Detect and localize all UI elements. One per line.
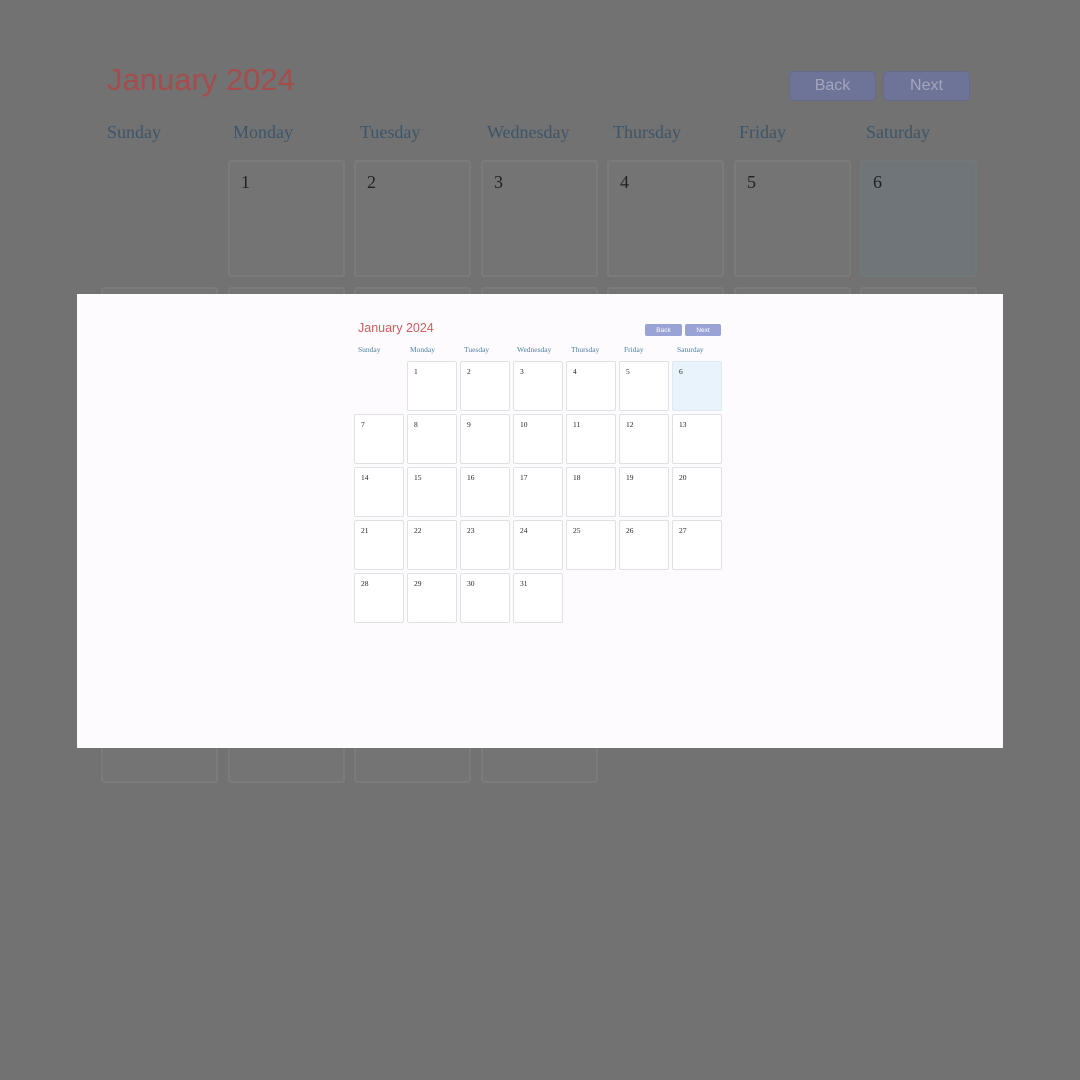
weekday-saturday: Saturday [677, 345, 704, 354]
day-cell[interactable]: 1 [407, 361, 457, 411]
month-title: January 2024 [358, 321, 434, 335]
day-cell[interactable]: 25 [566, 520, 616, 570]
background-day-number: 2 [367, 172, 376, 192]
weekday-tuesday: Tuesday [464, 345, 490, 354]
day-cell[interactable]: 2 [460, 361, 510, 411]
weekday-friday: Friday [624, 345, 644, 354]
background-weekday-wednesday: Wednesday [487, 122, 570, 142]
day-cell[interactable]: 12 [619, 414, 669, 464]
day-number: 1 [414, 367, 418, 376]
day-cell[interactable]: 14 [354, 467, 404, 517]
day-cell[interactable]: 4 [566, 361, 616, 411]
background-day-number: 4 [620, 172, 629, 192]
day-cell[interactable]: 7 [354, 414, 404, 464]
day-cell[interactable]: 22 [407, 520, 457, 570]
day-number: 28 [361, 579, 369, 588]
day-cell[interactable]: 17 [513, 467, 563, 517]
background-next-button: Next [883, 71, 970, 101]
weekday-monday: Monday [410, 345, 435, 354]
background-day-cell: 3 [481, 160, 598, 277]
day-number: 27 [679, 526, 687, 535]
day-cell[interactable]: 13 [672, 414, 722, 464]
day-number: 15 [414, 473, 422, 482]
day-cell[interactable]: 5 [619, 361, 669, 411]
calendar-overlay-panel: January 2024 Back Next Sunday Monday Tuesd… [77, 294, 1003, 748]
day-number: 26 [626, 526, 634, 535]
day-number: 25 [573, 526, 581, 535]
day-number: 19 [626, 473, 634, 482]
day-cell[interactable]: 3 [513, 361, 563, 411]
day-number: 8 [414, 420, 418, 429]
day-cell[interactable]: 6 [672, 361, 722, 411]
day-number: 10 [520, 420, 528, 429]
day-number: 13 [679, 420, 687, 429]
background-weekday-tuesday: Tuesday [360, 122, 421, 142]
day-number: 11 [573, 420, 581, 429]
day-number: 20 [679, 473, 687, 482]
background-day-cell: 4 [607, 160, 724, 277]
day-number: 24 [520, 526, 528, 535]
day-cell[interactable]: 21 [354, 520, 404, 570]
day-number: 5 [626, 367, 630, 376]
day-cell[interactable]: 31 [513, 573, 563, 623]
background-day-cell: 6 [860, 160, 977, 277]
next-button[interactable]: Next [685, 324, 721, 336]
background-weekday-sunday: Sunday [107, 122, 161, 142]
background-weekday-monday: Monday [233, 122, 293, 142]
day-cell[interactable]: 9 [460, 414, 510, 464]
day-number: 6 [679, 367, 683, 376]
day-cell[interactable]: 11 [566, 414, 616, 464]
day-cell[interactable]: 20 [672, 467, 722, 517]
day-number: 17 [520, 473, 528, 482]
day-number: 2 [467, 367, 471, 376]
day-cell[interactable]: 16 [460, 467, 510, 517]
day-number: 30 [467, 579, 475, 588]
day-cell[interactable]: 26 [619, 520, 669, 570]
day-cell[interactable]: 27 [672, 520, 722, 570]
day-cell[interactable]: 23 [460, 520, 510, 570]
day-cell[interactable]: 24 [513, 520, 563, 570]
background-day-cell: 2 [354, 160, 471, 277]
day-number: 18 [573, 473, 581, 482]
day-number: 14 [361, 473, 369, 482]
day-cell[interactable]: 18 [566, 467, 616, 517]
day-number: 3 [520, 367, 524, 376]
weekday-thursday: Thursday [571, 345, 600, 354]
background-day-number: 6 [873, 172, 882, 192]
background-month-title: January 2024 [107, 62, 295, 97]
day-cell[interactable]: 10 [513, 414, 563, 464]
day-number: 21 [361, 526, 369, 535]
background-back-button: Back [789, 71, 876, 101]
background-day-number: 1 [241, 172, 250, 192]
day-cell[interactable]: 30 [460, 573, 510, 623]
weekday-sunday: Sunday [358, 345, 381, 354]
day-number: 16 [467, 473, 475, 482]
background-day-number: 3 [494, 172, 503, 192]
day-number: 7 [361, 420, 365, 429]
back-button[interactable]: Back [645, 324, 682, 336]
day-number: 29 [414, 579, 422, 588]
day-number: 12 [626, 420, 634, 429]
weekday-wednesday: Wednesday [517, 345, 552, 354]
day-number: 23 [467, 526, 475, 535]
day-number: 22 [414, 526, 422, 535]
day-number: 31 [520, 579, 528, 588]
background-weekday-thursday: Thursday [613, 122, 681, 142]
day-cell[interactable]: 8 [407, 414, 457, 464]
background-day-cell: 5 [734, 160, 851, 277]
day-number: 4 [573, 367, 577, 376]
background-weekday-saturday: Saturday [866, 122, 930, 142]
day-cell[interactable]: 28 [354, 573, 404, 623]
background-day-number: 5 [747, 172, 756, 192]
day-number: 9 [467, 420, 471, 429]
day-cell[interactable]: 19 [619, 467, 669, 517]
day-cell[interactable]: 15 [407, 467, 457, 517]
day-cell[interactable]: 29 [407, 573, 457, 623]
background-day-cell: 1 [228, 160, 345, 277]
background-weekday-friday: Friday [739, 122, 786, 142]
